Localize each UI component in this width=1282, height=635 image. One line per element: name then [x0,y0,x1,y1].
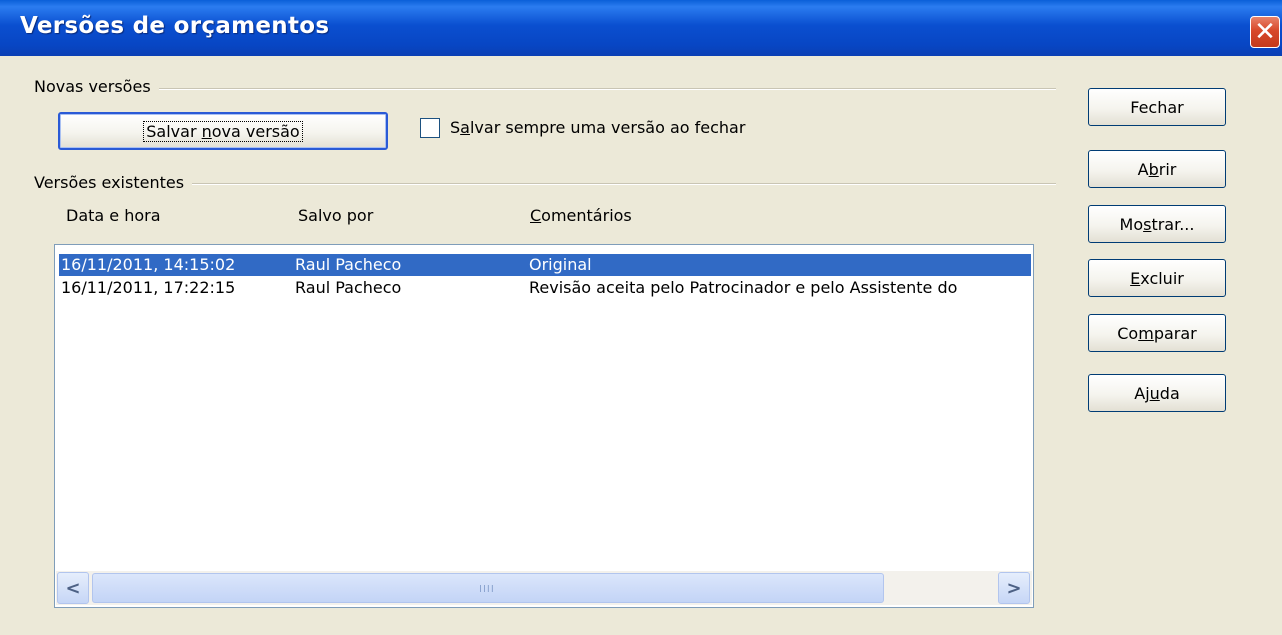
row-comment: Original [529,255,592,274]
table-row[interactable]: 16/11/2011, 17:22:15 Raul Pacheco Revisã… [59,277,1031,299]
save-new-version-button[interactable]: Salvar nova versão [58,112,388,150]
compare-button[interactable]: Comparar [1088,314,1226,352]
table-row[interactable]: 16/11/2011, 14:15:02 Raul Pacheco Origin… [59,254,1031,276]
close-window-button[interactable]: ✕ [1250,16,1280,48]
close-icon: ✕ [1254,17,1276,47]
existing-versions-group-label: Versões existentes [34,173,193,192]
help-button-label: Ajuda [1134,383,1180,403]
horizontal-scrollbar[interactable]: < IIII > [56,571,1032,605]
delete-button-label: Excluir [1130,268,1184,288]
open-button-label: Abrir [1137,159,1177,179]
open-button[interactable]: Abrir [1088,150,1226,188]
chevron-right-icon: > [1006,577,1022,599]
show-button[interactable]: Mostrar... [1088,205,1226,243]
chevron-left-icon: < [65,577,81,599]
column-header-comments[interactable]: Comentários [530,206,632,225]
always-save-label[interactable]: Salvar sempre uma versão ao fechar [450,118,745,137]
row-comment: Revisão aceita pelo Patrocinador e pelo … [529,278,958,297]
help-button[interactable]: Ajuda [1088,374,1226,412]
existing-versions-separator [40,183,1056,185]
save-new-version-label: Salvar nova versão [143,120,303,142]
compare-button-label: Comparar [1117,323,1197,343]
row-date: 16/11/2011, 14:15:02 [61,255,236,274]
show-button-label: Mostrar... [1119,214,1195,234]
grip-icon: IIII [479,584,495,595]
row-saved-by: Raul Pacheco [295,278,402,297]
scroll-thumb[interactable]: IIII [92,573,884,603]
window-title: Versões de orçamentos [20,13,330,39]
title-bar[interactable]: Versões de orçamentos ✕ [0,0,1282,56]
delete-button[interactable]: Excluir [1088,259,1226,297]
versions-list[interactable]: 16/11/2011, 14:15:02 Raul Pacheco Origin… [54,244,1034,608]
column-header-saved-by[interactable]: Salvo por [298,206,373,225]
new-versions-separator [40,88,1056,90]
row-saved-by: Raul Pacheco [295,255,402,274]
scroll-left-button[interactable]: < [57,572,89,604]
always-save-checkbox[interactable] [420,118,440,138]
new-versions-group-label: Novas versões [34,77,159,96]
close-button-label: Fechar [1130,97,1184,117]
column-header-date[interactable]: Data e hora [66,206,161,225]
close-button[interactable]: Fechar [1088,88,1226,126]
scroll-right-button[interactable]: > [998,572,1030,604]
row-date: 16/11/2011, 17:22:15 [61,278,236,297]
